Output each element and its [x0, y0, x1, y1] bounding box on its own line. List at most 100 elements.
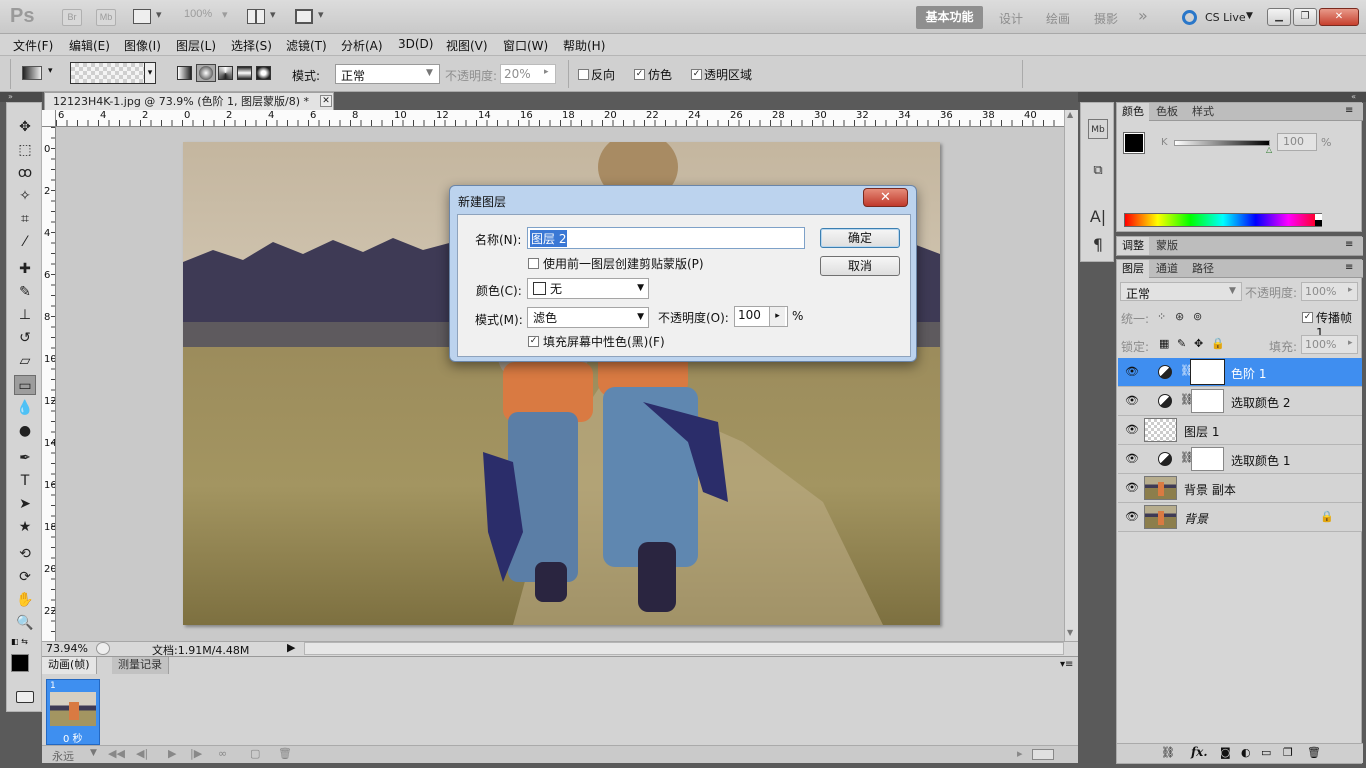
shape-tool-icon[interactable]: ★: [14, 517, 36, 537]
3d-rotate-tool-icon[interactable]: ⟲: [14, 544, 36, 564]
workspace-essentials-button[interactable]: 基本功能: [916, 6, 983, 29]
ok-button[interactable]: 确定: [820, 228, 900, 248]
close-window-icon[interactable]: ✕: [1319, 8, 1359, 26]
cs-live-button[interactable]: CS Live: [1205, 11, 1246, 24]
opacity-input[interactable]: 100 ▸: [734, 306, 788, 327]
color-spectrum-ramp[interactable]: [1124, 213, 1322, 227]
tab-channels[interactable]: 通道: [1151, 260, 1183, 278]
layer-opacity-arrow-icon[interactable]: ▸: [1348, 285, 1353, 295]
menu-file[interactable]: 文件(F): [13, 37, 53, 54]
dither-checkbox[interactable]: ✓: [634, 69, 645, 80]
unify-position-icon[interactable]: ⁘: [1157, 310, 1166, 323]
workspace-painting-button[interactable]: 绘画: [1046, 10, 1070, 27]
layer-name-input[interactable]: 图层 2: [527, 227, 805, 249]
opacity-slider-arrow-icon[interactable]: ▸: [544, 67, 549, 77]
fill-arrow-icon[interactable]: ▸: [1348, 338, 1353, 348]
lasso-tool-icon[interactable]: ꝏ: [14, 163, 36, 183]
loop-dropdown-icon[interactable]: ▼: [90, 748, 97, 758]
layer-row[interactable]: 👁 图层 1: [1118, 416, 1362, 445]
frame-delay[interactable]: 0 秒: [63, 730, 83, 745]
lock-pixels-icon[interactable]: ✎: [1177, 337, 1186, 350]
eyedropper-tool-icon[interactable]: ⁄: [14, 232, 36, 252]
healing-brush-tool-icon[interactable]: ✚: [14, 259, 36, 279]
layer-visibility-eye-icon[interactable]: 👁: [1124, 509, 1140, 525]
tab-layers[interactable]: 图层: [1117, 260, 1149, 278]
duplicate-frame-icon[interactable]: ▢: [250, 747, 260, 760]
horizontal-scrollbar[interactable]: [304, 642, 1064, 655]
layer-opacity-input[interactable]: 100% ▸: [1301, 282, 1358, 301]
tween-icon[interactable]: ∞: [218, 747, 227, 760]
radial-gradient-button[interactable]: [196, 64, 216, 82]
adjustments-menu-icon[interactable]: ≡: [1345, 239, 1353, 250]
ruler-origin[interactable]: [42, 110, 56, 127]
gradient-tool-icon[interactable]: ▭: [14, 375, 36, 395]
gradient-picker-dropdown-icon[interactable]: ▾: [144, 63, 155, 83]
scroll-down-icon[interactable]: ▼: [1067, 628, 1073, 637]
status-info-icon[interactable]: [96, 642, 110, 655]
layer-row[interactable]: 👁 ⛓ 色阶 1: [1118, 358, 1362, 387]
menu-filter[interactable]: 滤镜(T): [286, 37, 327, 54]
animation-panel-menu-icon[interactable]: ▾≡: [1060, 659, 1073, 670]
mode-select[interactable]: 正常 ▼: [335, 64, 440, 84]
layer-thumbnail[interactable]: [1144, 505, 1177, 529]
dialog-close-icon[interactable]: ✕: [863, 188, 908, 207]
layers-panel-menu-icon[interactable]: ≡: [1345, 262, 1353, 273]
linear-gradient-icon[interactable]: [177, 66, 192, 80]
view-extras-dropdown-icon[interactable]: ▾: [156, 8, 162, 21]
marquee-tool-icon[interactable]: ⬚: [14, 140, 36, 160]
layer-thumbnail[interactable]: [1144, 418, 1177, 442]
status-menu-arrow-icon[interactable]: ▶: [287, 641, 295, 654]
path-selection-tool-icon[interactable]: ➤: [14, 494, 36, 514]
clone-stamp-tool-icon[interactable]: ⊥: [14, 305, 36, 325]
layer-row[interactable]: 👁 ⛓ 选取颜色 2: [1118, 387, 1362, 416]
layer-visibility-eye-icon[interactable]: 👁: [1124, 364, 1140, 380]
layer-row[interactable]: 👁 ⛓ 选取颜色 1: [1118, 445, 1362, 474]
arrange-documents-icon[interactable]: [247, 9, 265, 24]
k-channel-slider[interactable]: [1174, 140, 1270, 146]
delete-layer-icon[interactable]: 🗑: [1307, 746, 1321, 759]
menu-analysis[interactable]: 分析(A): [341, 37, 383, 54]
diamond-gradient-icon[interactable]: [256, 66, 271, 80]
zoom-level-field[interactable]: 73.94%: [46, 642, 88, 655]
crop-tool-icon[interactable]: ⌗: [14, 209, 36, 229]
paragraph-icon[interactable]: ¶: [1088, 235, 1108, 255]
gradient-tool-preset-icon[interactable]: [22, 66, 42, 80]
delete-frame-icon[interactable]: 🗑: [278, 747, 292, 760]
layer-mask-thumbnail[interactable]: [1191, 389, 1224, 413]
clipping-mask-checkbox[interactable]: [528, 258, 539, 269]
k-slider-handle-icon[interactable]: △: [1266, 145, 1272, 154]
loop-select[interactable]: 永远: [52, 748, 74, 764]
k-channel-input[interactable]: 100: [1277, 133, 1317, 151]
layer-visibility-eye-icon[interactable]: 👁: [1124, 422, 1140, 438]
tab-masks[interactable]: 蒙版: [1151, 237, 1183, 255]
color-panel-menu-icon[interactable]: ≡: [1345, 105, 1353, 116]
reverse-checkbox[interactable]: [578, 69, 589, 80]
fill-input[interactable]: 100% ▸: [1301, 335, 1358, 354]
restore-icon[interactable]: ❐: [1293, 8, 1317, 26]
toolbox-collapse-icon[interactable]: »: [0, 92, 42, 102]
layer-visibility-eye-icon[interactable]: 👁: [1124, 451, 1140, 467]
lock-all-icon[interactable]: 🔒: [1211, 337, 1225, 350]
hand-tool-icon[interactable]: ✋: [14, 590, 36, 610]
convert-timeline-icon[interactable]: [1032, 749, 1054, 760]
workspace-design-button[interactable]: 设计: [999, 10, 1023, 27]
tab-styles[interactable]: 样式: [1187, 103, 1219, 121]
lock-position-icon[interactable]: ✥: [1194, 337, 1203, 350]
character-icon[interactable]: A|: [1088, 207, 1108, 227]
color-select[interactable]: 无 ▼: [527, 278, 649, 299]
screen-mode-dropdown-icon[interactable]: ▾: [318, 8, 324, 21]
tab-color[interactable]: 颜色: [1117, 103, 1149, 121]
mode-select[interactable]: 滤色 ▼: [527, 307, 649, 328]
layer-visibility-eye-icon[interactable]: 👁: [1124, 480, 1140, 496]
launch-mini-bridge-button[interactable]: Mb: [96, 9, 116, 26]
close-document-icon[interactable]: ✕: [320, 95, 332, 107]
opacity-slider-arrow-icon[interactable]: ▸: [769, 307, 785, 326]
history-brush-tool-icon[interactable]: ↺: [14, 328, 36, 348]
add-mask-icon[interactable]: ◙: [1220, 746, 1231, 759]
view-extras-icon[interactable]: [133, 9, 151, 24]
new-adjustment-layer-icon[interactable]: ◐: [1241, 746, 1251, 759]
blend-mode-select[interactable]: 正常 ▼: [1120, 282, 1242, 301]
workspace-photography-button[interactable]: 摄影: [1094, 10, 1118, 27]
arrange-dropdown-icon[interactable]: ▾: [270, 8, 276, 21]
menu-image[interactable]: 图像(I): [124, 37, 161, 54]
